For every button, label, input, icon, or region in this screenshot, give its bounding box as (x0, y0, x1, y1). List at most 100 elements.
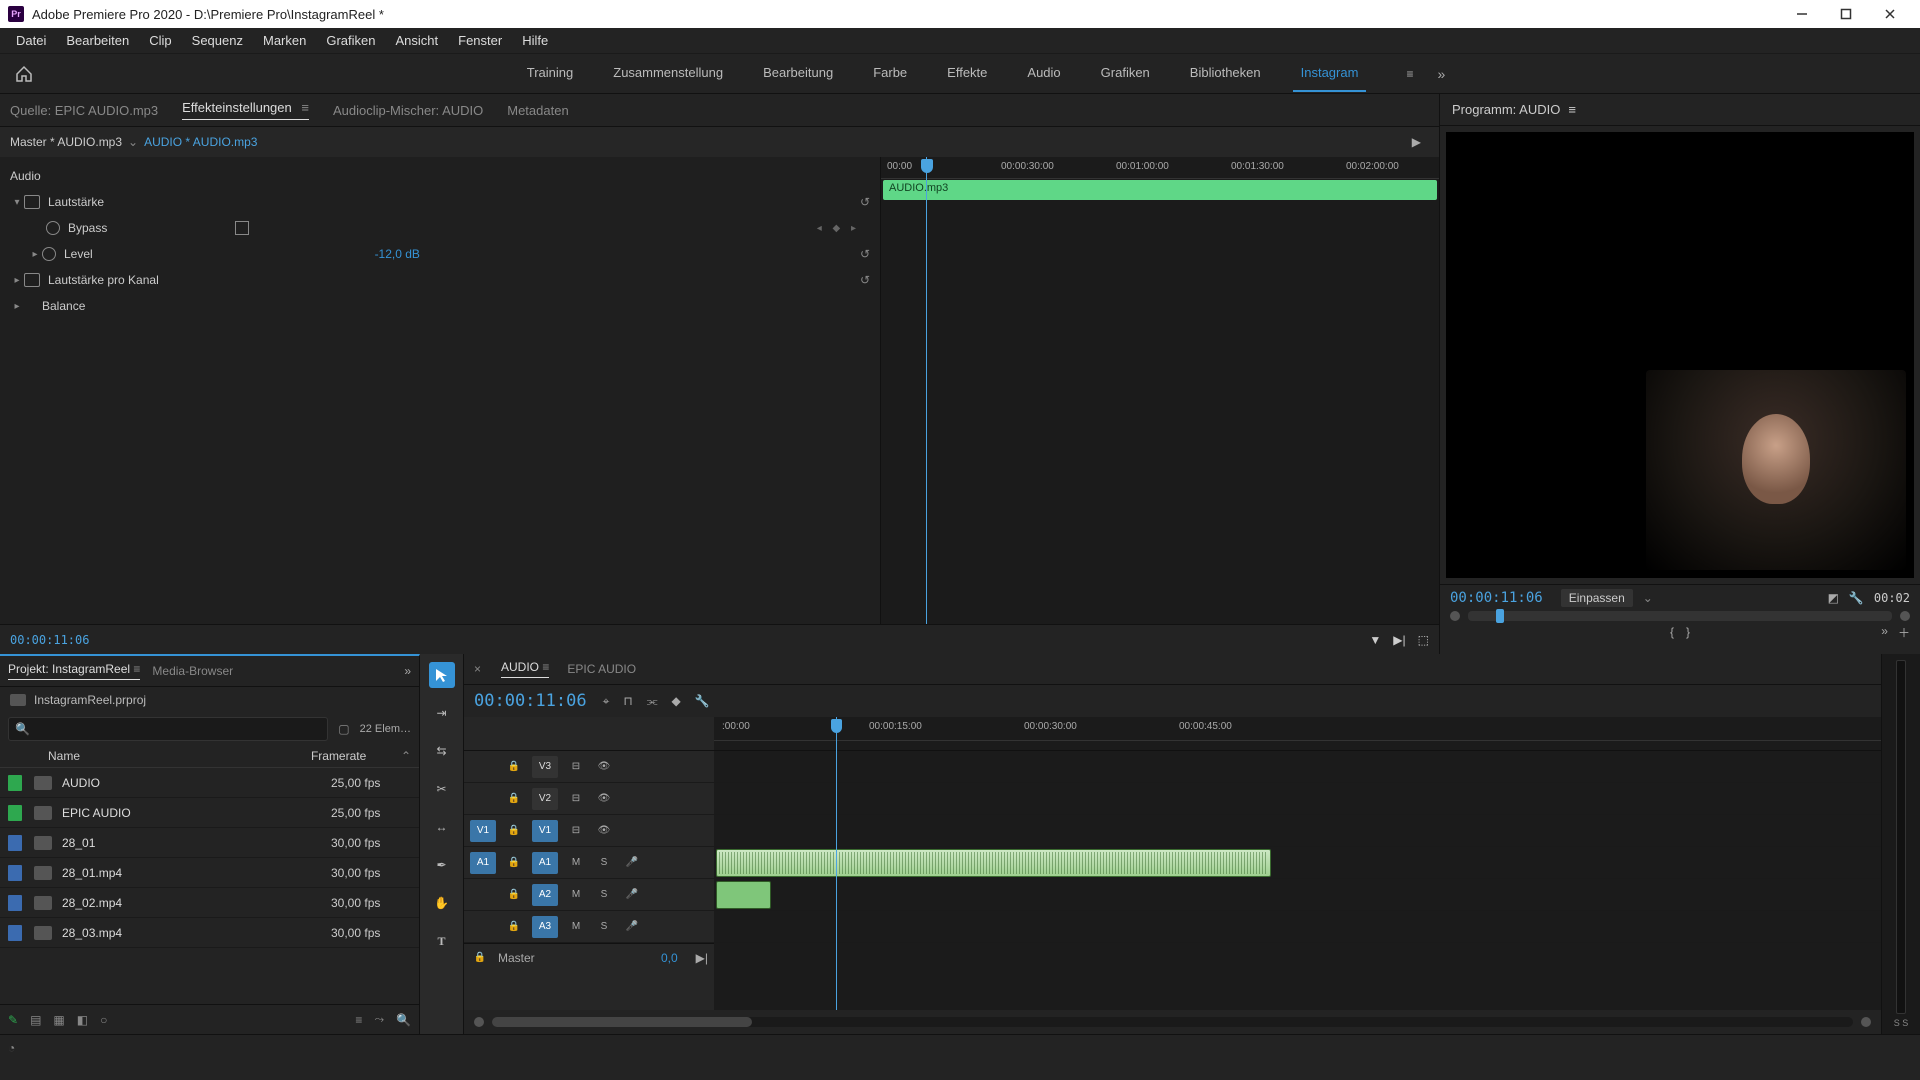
sync-lock-icon[interactable]: ⊟ (566, 757, 586, 777)
track-lane-a2[interactable] (714, 879, 1881, 911)
program-scrubber[interactable] (1468, 611, 1892, 621)
new-bin-icon[interactable]: ▢ (338, 722, 349, 736)
master-clip-label[interactable]: Master * AUDIO.mp3 (10, 135, 122, 149)
zoom-handle-left[interactable] (474, 1017, 484, 1027)
go-to-end-icon[interactable]: ▶| (696, 951, 708, 965)
track-header-v2[interactable]: 🔒V2⊟👁 (464, 783, 714, 815)
project-columns-header[interactable]: Name Framerate ⌃ (0, 745, 419, 768)
timeline-tab-audio[interactable]: AUDIO ≡ (501, 660, 549, 678)
timeline-tracks-area[interactable]: :00:00 00:00:15:00 00:00:30:00 00:00:45:… (714, 717, 1881, 1010)
clip-reference-label[interactable]: AUDIO * AUDIO.mp3 (144, 135, 257, 149)
timeline-ruler[interactable]: :00:00 00:00:15:00 00:00:30:00 00:00:45:… (714, 717, 1881, 741)
workspace-zusammenstellung[interactable]: Zusammenstellung (605, 55, 731, 92)
tab-projekt[interactable]: Projekt: InstagramReel ≡ (8, 662, 140, 680)
track-header-v1[interactable]: V1🔒V1⊟👁 (464, 815, 714, 847)
track-header-a3[interactable]: 🔒A3MS🎤 (464, 911, 714, 943)
sync-lock-icon[interactable]: ⊟ (566, 821, 586, 841)
list-view-icon[interactable]: ▤ (30, 1013, 41, 1027)
project-item[interactable]: 28_03.mp430,00 fps (0, 918, 419, 948)
workspace-farbe[interactable]: Farbe (865, 55, 915, 92)
selection-tool[interactable] (429, 662, 455, 688)
track-lane-v3[interactable] (714, 751, 1881, 783)
track-target[interactable]: V3 (532, 756, 558, 778)
item-name[interactable]: EPIC AUDIO (62, 806, 331, 820)
track-lane-v2[interactable] (714, 783, 1881, 815)
reset-icon[interactable]: ↺ (860, 273, 870, 287)
snap-icon[interactable]: ⌖ (603, 694, 610, 709)
disclosure-icon[interactable]: ▸ (10, 275, 24, 286)
icon-view-icon[interactable]: ▦ (53, 1013, 64, 1027)
workspace-effekte[interactable]: Effekte (939, 55, 995, 92)
tab-effekteinstellungen[interactable]: Effekteinstellungen ≡ (182, 100, 309, 120)
lock-icon[interactable]: 🔒 (504, 789, 524, 809)
stopwatch-icon[interactable] (42, 247, 56, 261)
button-editor-icon[interactable]: ＋ (1898, 624, 1910, 641)
timeline-hscroll[interactable] (492, 1017, 1853, 1027)
workspace-bibliotheken[interactable]: Bibliotheken (1182, 55, 1269, 92)
track-lane-a1[interactable] (714, 847, 1881, 879)
solo-button[interactable]: S (594, 917, 614, 937)
solo-button[interactable]: S (594, 853, 614, 873)
workspace-audio[interactable]: Audio (1019, 55, 1068, 92)
lock-icon[interactable]: 🔒 (470, 948, 490, 968)
chevron-down-icon[interactable]: ⌄ (128, 135, 138, 149)
play-icon[interactable]: ▶ (1412, 135, 1421, 149)
lock-icon[interactable]: 🔒 (504, 757, 524, 777)
disclosure-icon[interactable]: ▸ (10, 301, 24, 312)
zoom-slider-handle[interactable]: ○ (100, 1013, 107, 1027)
menu-clip[interactable]: Clip (139, 29, 181, 52)
find-icon[interactable]: 🔍 (396, 1013, 411, 1027)
type-tool[interactable]: T (429, 928, 455, 954)
disclosure-icon[interactable]: ▸ (28, 249, 42, 260)
program-viewport[interactable] (1446, 132, 1914, 578)
menu-fenster[interactable]: Fenster (448, 29, 512, 52)
audio-clip-a1[interactable] (716, 849, 1271, 877)
track-target[interactable]: V2 (532, 788, 558, 810)
keyframe-nav[interactable]: ◂ ◆ ▸ (817, 223, 860, 234)
magnet-icon[interactable]: ⊓ (623, 694, 632, 709)
label-swatch[interactable] (8, 895, 22, 911)
solo-indicators[interactable]: S S (1894, 1018, 1909, 1028)
ripple-edit-tool[interactable]: ⇆ (429, 738, 455, 764)
play-only-icon[interactable]: ▶| (1393, 633, 1405, 647)
track-header-a2[interactable]: 🔒A2MS🎤 (464, 879, 714, 911)
project-item[interactable]: AUDIO25,00 fps (0, 768, 419, 798)
source-patch-a1[interactable]: A1 (470, 852, 496, 874)
eye-icon[interactable]: 👁 (594, 757, 614, 777)
timeline-tab-epic-audio[interactable]: EPIC AUDIO (567, 662, 636, 676)
linked-selection-icon[interactable]: ⫘ (647, 694, 658, 709)
scrub-playhead[interactable] (1496, 609, 1504, 623)
label-swatch[interactable] (8, 775, 22, 791)
lock-icon[interactable]: 🔒 (504, 885, 524, 905)
maximize-button[interactable] (1824, 0, 1868, 28)
workspace-bearbeitung[interactable]: Bearbeitung (755, 55, 841, 92)
zoom-select[interactable]: Einpassen (1561, 589, 1633, 607)
slip-tool[interactable]: ↔ (429, 814, 455, 840)
track-target[interactable]: V1 (532, 820, 558, 842)
reset-icon[interactable]: ↺ (860, 195, 870, 209)
zoom-handle-right[interactable] (1861, 1017, 1871, 1027)
label-swatch[interactable] (8, 805, 22, 821)
fx-badge-icon[interactable] (24, 195, 40, 209)
master-value[interactable]: 0,0 (661, 951, 678, 965)
source-patch-v1[interactable]: V1 (470, 820, 496, 842)
item-name[interactable]: 28_03.mp4 (62, 926, 331, 940)
menu-grafiken[interactable]: Grafiken (316, 29, 385, 52)
tab-quelle[interactable]: Quelle: EPIC AUDIO.mp3 (10, 103, 158, 118)
menu-hilfe[interactable]: Hilfe (512, 29, 558, 52)
thumbnail-view-icon[interactable]: ◧ (77, 1013, 88, 1027)
timeline-timecode[interactable]: 00:00:11:06 (474, 691, 587, 711)
effect-timecode[interactable]: 00:00:11:06 (10, 633, 89, 647)
effect-playhead[interactable] (926, 157, 927, 624)
sort-icon[interactable]: ⌃ (401, 749, 411, 763)
track-header-v3[interactable]: 🔒 V3 ⊟ 👁 (464, 751, 714, 783)
label-swatch[interactable] (8, 835, 22, 851)
panel-menu-icon[interactable]: ≡ (301, 100, 309, 115)
param-balance[interactable]: ▸ Balance (10, 293, 870, 319)
audio-meters[interactable]: S S (1882, 654, 1920, 1034)
workspace-training[interactable]: Training (519, 55, 581, 92)
param-lautstaerke[interactable]: ▾ Lautstärke ↺ (10, 189, 870, 215)
hand-tool[interactable]: ✋ (429, 890, 455, 916)
track-lane-a3[interactable] (714, 911, 1881, 943)
sync-lock-icon[interactable]: ⊟ (566, 789, 586, 809)
